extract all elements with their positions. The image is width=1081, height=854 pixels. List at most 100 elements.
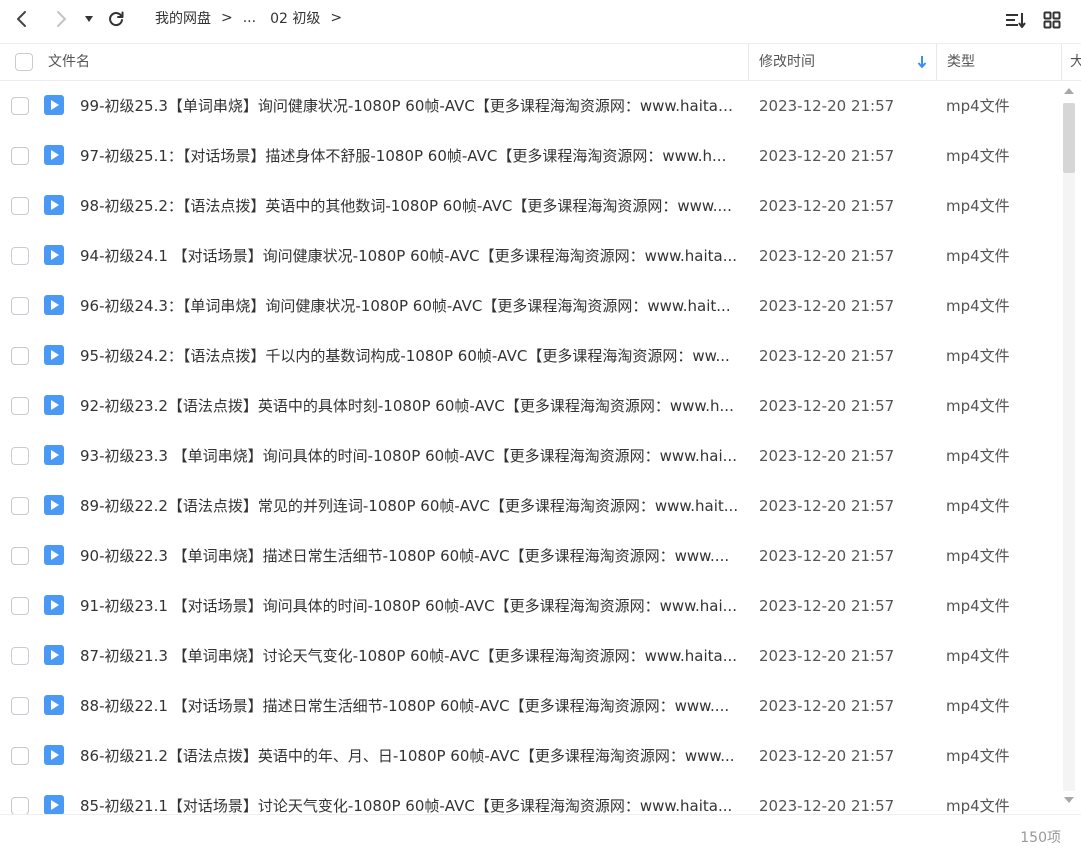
- file-row[interactable]: 86-初级21.2【语法点拨】英语中的年、月、日-1080P 60帧-AVC【更…: [0, 731, 1060, 781]
- video-file-icon: [44, 495, 64, 515]
- file-name[interactable]: 95-初级24.2：【语法点拨】千以内的基数词构成-1080P 60帧-AVC【…: [80, 346, 740, 366]
- breadcrumb-ellipsis[interactable]: ...: [243, 10, 256, 26]
- file-row[interactable]: 89-初级22.2【语法点拨】常见的并列连词-1080P 60帧-AVC【更多课…: [0, 481, 1060, 531]
- file-name[interactable]: 99-初级25.3【单词串烧】询问健康状况-1080P 60帧-AVC【更多课程…: [80, 96, 740, 116]
- column-name-header[interactable]: 文件名: [48, 44, 90, 80]
- file-modified-time: 2023-12-20 21:57: [759, 747, 895, 765]
- row-checkbox[interactable]: [11, 497, 29, 515]
- sort-button[interactable]: [1005, 10, 1027, 30]
- file-modified-time: 2023-12-20 21:57: [759, 497, 895, 515]
- row-checkbox[interactable]: [11, 597, 29, 615]
- video-file-icon: [44, 645, 64, 665]
- column-divider[interactable]: [748, 44, 749, 80]
- file-row[interactable]: 92-初级23.2【语法点拨】英语中的具体时刻-1080P 60帧-AVC【更多…: [0, 381, 1060, 431]
- column-size-header[interactable]: 大: [1070, 44, 1081, 80]
- back-button[interactable]: [9, 8, 35, 30]
- row-checkbox[interactable]: [11, 247, 29, 265]
- file-type: mp4文件: [946, 197, 1010, 215]
- file-row[interactable]: 87-初级21.3 【单词串烧】讨论天气变化-1080P 60帧-AVC【更多课…: [0, 631, 1060, 681]
- file-modified-time: 2023-12-20 21:57: [759, 147, 895, 165]
- refresh-button[interactable]: [103, 8, 129, 30]
- file-name[interactable]: 92-初级23.2【语法点拨】英语中的具体时刻-1080P 60帧-AVC【更多…: [80, 396, 740, 416]
- file-name[interactable]: 89-初级22.2【语法点拨】常见的并列连词-1080P 60帧-AVC【更多课…: [80, 496, 740, 516]
- breadcrumb-current[interactable]: 02 初级: [270, 8, 320, 28]
- video-file-icon: [44, 245, 64, 265]
- file-name[interactable]: 88-初级22.1 【对话场景】描述日常生活细节-1080P 60帧-AVC【更…: [80, 696, 740, 716]
- file-name[interactable]: 96-初级24.3：【单词串烧】询问健康状况-1080P 60帧-AVC【更多课…: [80, 296, 740, 316]
- video-file-icon: [44, 295, 64, 315]
- file-name[interactable]: 85-初级21.1【对话场景】讨论天气变化-1080P 60帧-AVC【更多课程…: [80, 796, 740, 814]
- vertical-scrollbar[interactable]: [1061, 81, 1081, 814]
- row-checkbox[interactable]: [11, 647, 29, 665]
- column-header: 文件名 修改时间 类型 大: [0, 43, 1081, 81]
- row-checkbox[interactable]: [11, 97, 29, 115]
- file-name[interactable]: 91-初级23.1 【对话场景】询问具体的时间-1080P 60帧-AVC【更多…: [80, 596, 740, 616]
- file-type: mp4文件: [946, 647, 1010, 665]
- row-checkbox[interactable]: [11, 347, 29, 365]
- forward-button[interactable]: [48, 8, 74, 30]
- file-modified-time: 2023-12-20 21:57: [759, 397, 895, 415]
- row-checkbox[interactable]: [11, 747, 29, 765]
- video-file-icon: [44, 95, 64, 115]
- file-name[interactable]: 93-初级23.3 【单词串烧】询问具体的时间-1080P 60帧-AVC【更多…: [80, 446, 740, 466]
- video-file-icon: [44, 545, 64, 565]
- file-row[interactable]: 98-初级25.2：【语法点拨】英语中的其他数词-1080P 60帧-AVC【更…: [0, 181, 1060, 231]
- row-checkbox[interactable]: [11, 197, 29, 215]
- scroll-thumb[interactable]: [1063, 103, 1075, 173]
- chevron-left-icon: [17, 11, 26, 27]
- file-type: mp4文件: [946, 547, 1010, 565]
- file-row[interactable]: 93-初级23.3 【单词串烧】询问具体的时间-1080P 60帧-AVC【更多…: [0, 431, 1060, 481]
- file-modified-time: 2023-12-20 21:57: [759, 597, 895, 615]
- toolbar: 我的网盘 > ... 02 初级 >: [0, 0, 1081, 42]
- breadcrumb-separator: >: [221, 10, 233, 26]
- file-list: 99-初级25.3【单词串烧】询问健康状况-1080P 60帧-AVC【更多课程…: [0, 81, 1060, 814]
- row-checkbox[interactable]: [11, 397, 29, 415]
- file-modified-time: 2023-12-20 21:57: [759, 447, 895, 465]
- scroll-track[interactable]: [1063, 103, 1075, 791]
- file-name[interactable]: 94-初级24.1 【对话场景】询问健康状况-1080P 60帧-AVC【更多课…: [80, 246, 740, 266]
- column-divider[interactable]: [1061, 44, 1062, 80]
- file-type: mp4文件: [946, 147, 1010, 165]
- select-all-checkbox[interactable]: [15, 53, 33, 71]
- column-modified-header[interactable]: 修改时间: [759, 44, 815, 80]
- breadcrumb-current-chevron[interactable]: >: [330, 10, 342, 26]
- file-name[interactable]: 90-初级22.3 【单词串烧】描述日常生活细节-1080P 60帧-AVC【更…: [80, 546, 740, 566]
- file-name[interactable]: 98-初级25.2：【语法点拨】英语中的其他数词-1080P 60帧-AVC【更…: [80, 196, 740, 216]
- file-row[interactable]: 96-初级24.3：【单词串烧】询问健康状况-1080P 60帧-AVC【更多课…: [0, 281, 1060, 331]
- file-type: mp4文件: [946, 597, 1010, 615]
- file-type: mp4文件: [946, 347, 1010, 365]
- history-dropdown-button[interactable]: [77, 8, 101, 30]
- file-type: mp4文件: [946, 97, 1010, 115]
- scroll-down-arrow-icon[interactable]: [1062, 795, 1076, 805]
- file-modified-time: 2023-12-20 21:57: [759, 547, 895, 565]
- row-checkbox[interactable]: [11, 697, 29, 715]
- file-row[interactable]: 91-初级23.1 【对话场景】询问具体的时间-1080P 60帧-AVC【更多…: [0, 581, 1060, 631]
- file-row[interactable]: 99-初级25.3【单词串烧】询问健康状况-1080P 60帧-AVC【更多课程…: [0, 81, 1060, 131]
- file-row[interactable]: 88-初级22.1 【对话场景】描述日常生活细节-1080P 60帧-AVC【更…: [0, 681, 1060, 731]
- row-checkbox[interactable]: [11, 147, 29, 165]
- file-modified-time: 2023-12-20 21:57: [759, 97, 895, 115]
- row-checkbox[interactable]: [11, 447, 29, 465]
- caret-down-icon: [85, 16, 93, 22]
- file-row[interactable]: 97-初级25.1：【对话场景】描述身体不舒服-1080P 60帧-AVC【更多…: [0, 131, 1060, 181]
- file-type: mp4文件: [946, 797, 1010, 814]
- file-modified-time: 2023-12-20 21:57: [759, 197, 895, 215]
- file-modified-time: 2023-12-20 21:57: [759, 297, 895, 315]
- breadcrumb-root[interactable]: 我的网盘: [155, 8, 211, 28]
- row-checkbox[interactable]: [11, 547, 29, 565]
- file-row[interactable]: 90-初级22.3 【单词串烧】描述日常生活细节-1080P 60帧-AVC【更…: [0, 531, 1060, 581]
- file-row[interactable]: 95-初级24.2：【语法点拨】千以内的基数词构成-1080P 60帧-AVC【…: [0, 331, 1060, 381]
- column-type-header[interactable]: 类型: [947, 44, 975, 80]
- grid-view-button[interactable]: [1041, 10, 1063, 30]
- row-checkbox[interactable]: [11, 297, 29, 315]
- file-row[interactable]: 94-初级24.1 【对话场景】询问健康状况-1080P 60帧-AVC【更多课…: [0, 231, 1060, 281]
- file-name[interactable]: 97-初级25.1：【对话场景】描述身体不舒服-1080P 60帧-AVC【更多…: [80, 146, 740, 166]
- file-name[interactable]: 86-初级21.2【语法点拨】英语中的年、月、日-1080P 60帧-AVC【更…: [80, 746, 740, 766]
- video-file-icon: [44, 345, 64, 365]
- video-file-icon: [44, 145, 64, 165]
- column-divider[interactable]: [936, 44, 937, 80]
- file-row[interactable]: 85-初级21.1【对话场景】讨论天气变化-1080P 60帧-AVC【更多课程…: [0, 781, 1060, 814]
- file-name[interactable]: 87-初级21.3 【单词串烧】讨论天气变化-1080P 60帧-AVC【更多课…: [80, 646, 740, 666]
- scroll-up-arrow-icon[interactable]: [1062, 86, 1076, 96]
- row-checkbox[interactable]: [11, 797, 29, 814]
